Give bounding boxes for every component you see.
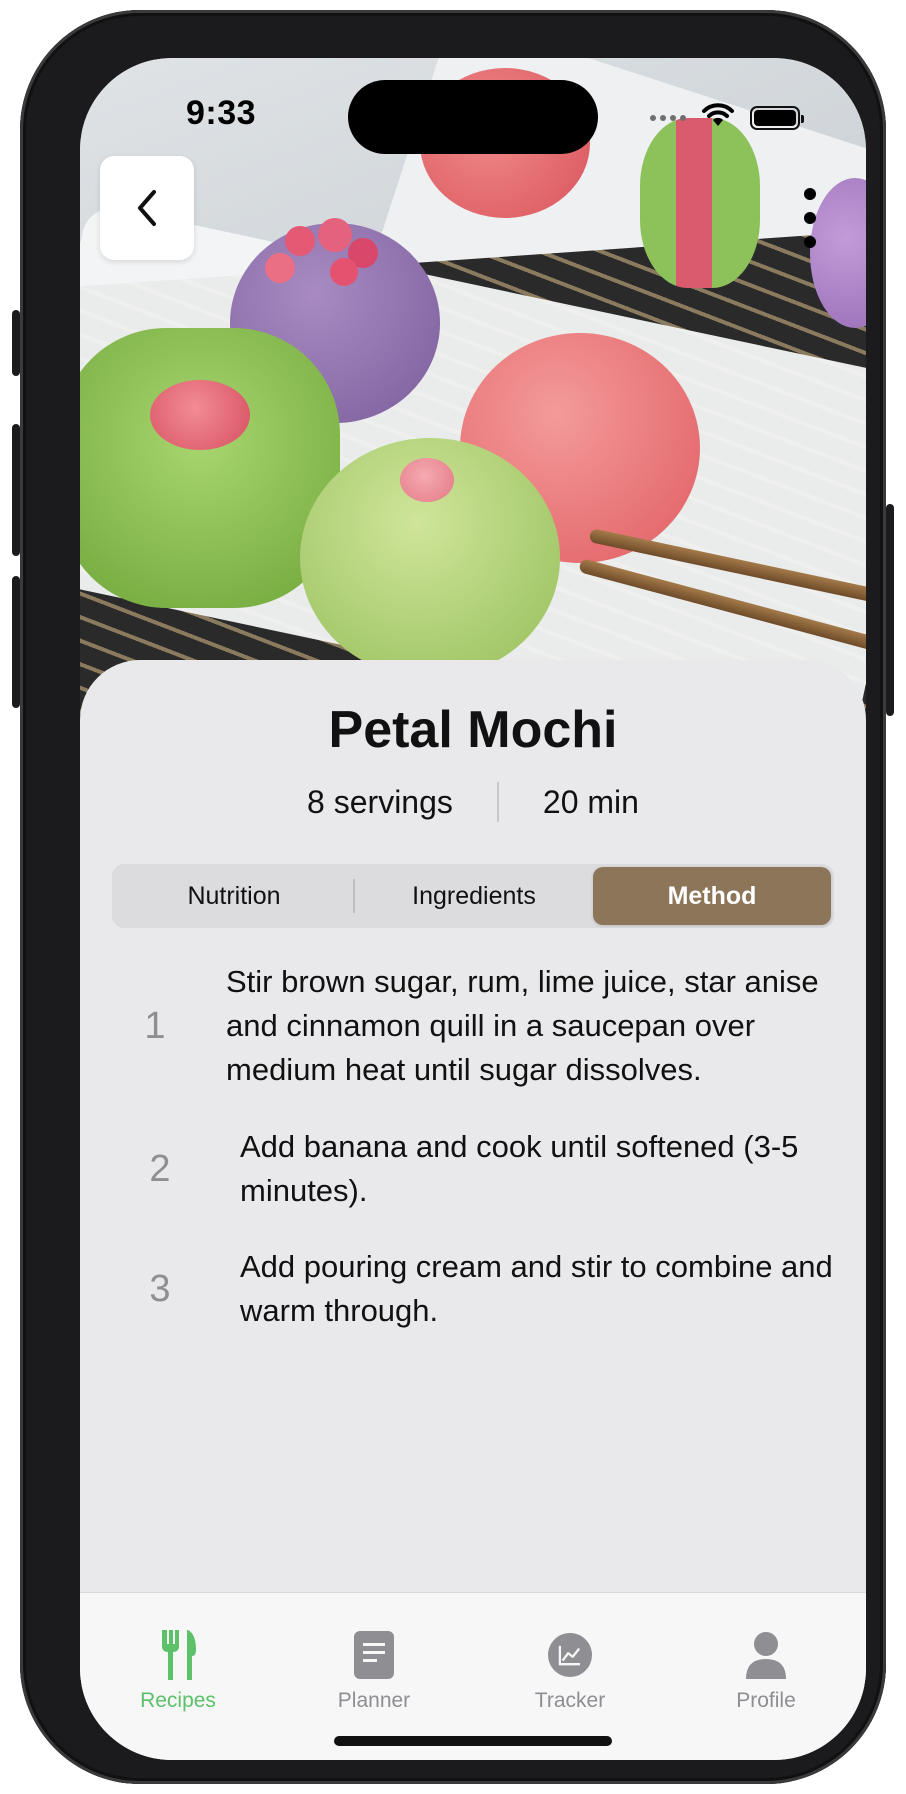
tab-profile[interactable]: Profile bbox=[668, 1593, 864, 1713]
tab-label-profile: Profile bbox=[736, 1689, 796, 1712]
power-button bbox=[886, 504, 894, 716]
tab-planner[interactable]: Planner bbox=[276, 1593, 472, 1713]
step-number: 2 bbox=[149, 1147, 171, 1190]
status-icons bbox=[650, 102, 804, 133]
time-label: 20 min bbox=[542, 783, 639, 820]
signal-icon bbox=[650, 114, 686, 121]
fork-knife-icon bbox=[156, 1630, 200, 1680]
tab-tracker[interactable]: Tracker bbox=[472, 1593, 668, 1713]
volume-down-button bbox=[12, 576, 20, 708]
recipe-meta: 8 servings 20 min bbox=[80, 782, 866, 822]
step-text: Stir brown sugar, rum, lime juice, star … bbox=[226, 964, 819, 1087]
tab-label-tracker: Tracker bbox=[534, 1689, 606, 1712]
tab-recipes[interactable]: Recipes bbox=[80, 1593, 276, 1713]
recipe-title: Petal Mochi bbox=[328, 701, 618, 759]
battery-icon bbox=[750, 105, 804, 130]
meta-divider bbox=[496, 782, 499, 822]
method-step: 1 Stir brown sugar, rum, lime juice, sta… bbox=[80, 960, 866, 1092]
method-step: 2 Add banana and cook until softened (3-… bbox=[80, 1125, 866, 1213]
servings-label: 8 servings bbox=[307, 783, 453, 820]
person-icon bbox=[744, 1631, 788, 1679]
dynamic-island bbox=[348, 80, 598, 154]
screen: 9:33 Petal Mochi 8 servings 20 min Nutri… bbox=[80, 58, 866, 1760]
segmented-control: Nutrition Ingredients Method bbox=[112, 864, 834, 928]
back-button[interactable] bbox=[100, 156, 194, 260]
phone-frame: 9:33 Petal Mochi 8 servings 20 min Nutri… bbox=[12, 10, 894, 1784]
bottom-tab-bar: Recipes Planner Tracker Profile bbox=[80, 1592, 866, 1760]
step-text: Add banana and cook until softened (3-5 … bbox=[240, 1129, 799, 1208]
tab-label-recipes: Recipes bbox=[140, 1689, 216, 1712]
step-text: Add pouring cream and stir to combine an… bbox=[240, 1249, 833, 1328]
tab-nutrition[interactable]: Nutrition bbox=[115, 867, 353, 925]
wifi-icon bbox=[700, 102, 736, 133]
chart-icon bbox=[548, 1631, 592, 1679]
chevron-left-icon bbox=[138, 190, 156, 226]
tab-ingredients[interactable]: Ingredients bbox=[355, 867, 593, 925]
action-button bbox=[12, 310, 20, 376]
document-icon bbox=[352, 1631, 396, 1679]
step-number: 1 bbox=[144, 1004, 166, 1047]
more-options-button[interactable] bbox=[800, 188, 820, 248]
volume-up-button bbox=[12, 424, 20, 556]
more-icon bbox=[804, 188, 816, 200]
recipe-hero-image bbox=[80, 58, 866, 758]
tab-label-planner: Planner bbox=[337, 1689, 411, 1712]
step-number: 3 bbox=[149, 1267, 171, 1310]
method-step: 3 Add pouring cream and stir to combine … bbox=[80, 1245, 866, 1333]
tab-method[interactable]: Method bbox=[593, 867, 831, 925]
status-time: 9:33 bbox=[186, 94, 257, 132]
home-indicator[interactable] bbox=[334, 1736, 612, 1746]
